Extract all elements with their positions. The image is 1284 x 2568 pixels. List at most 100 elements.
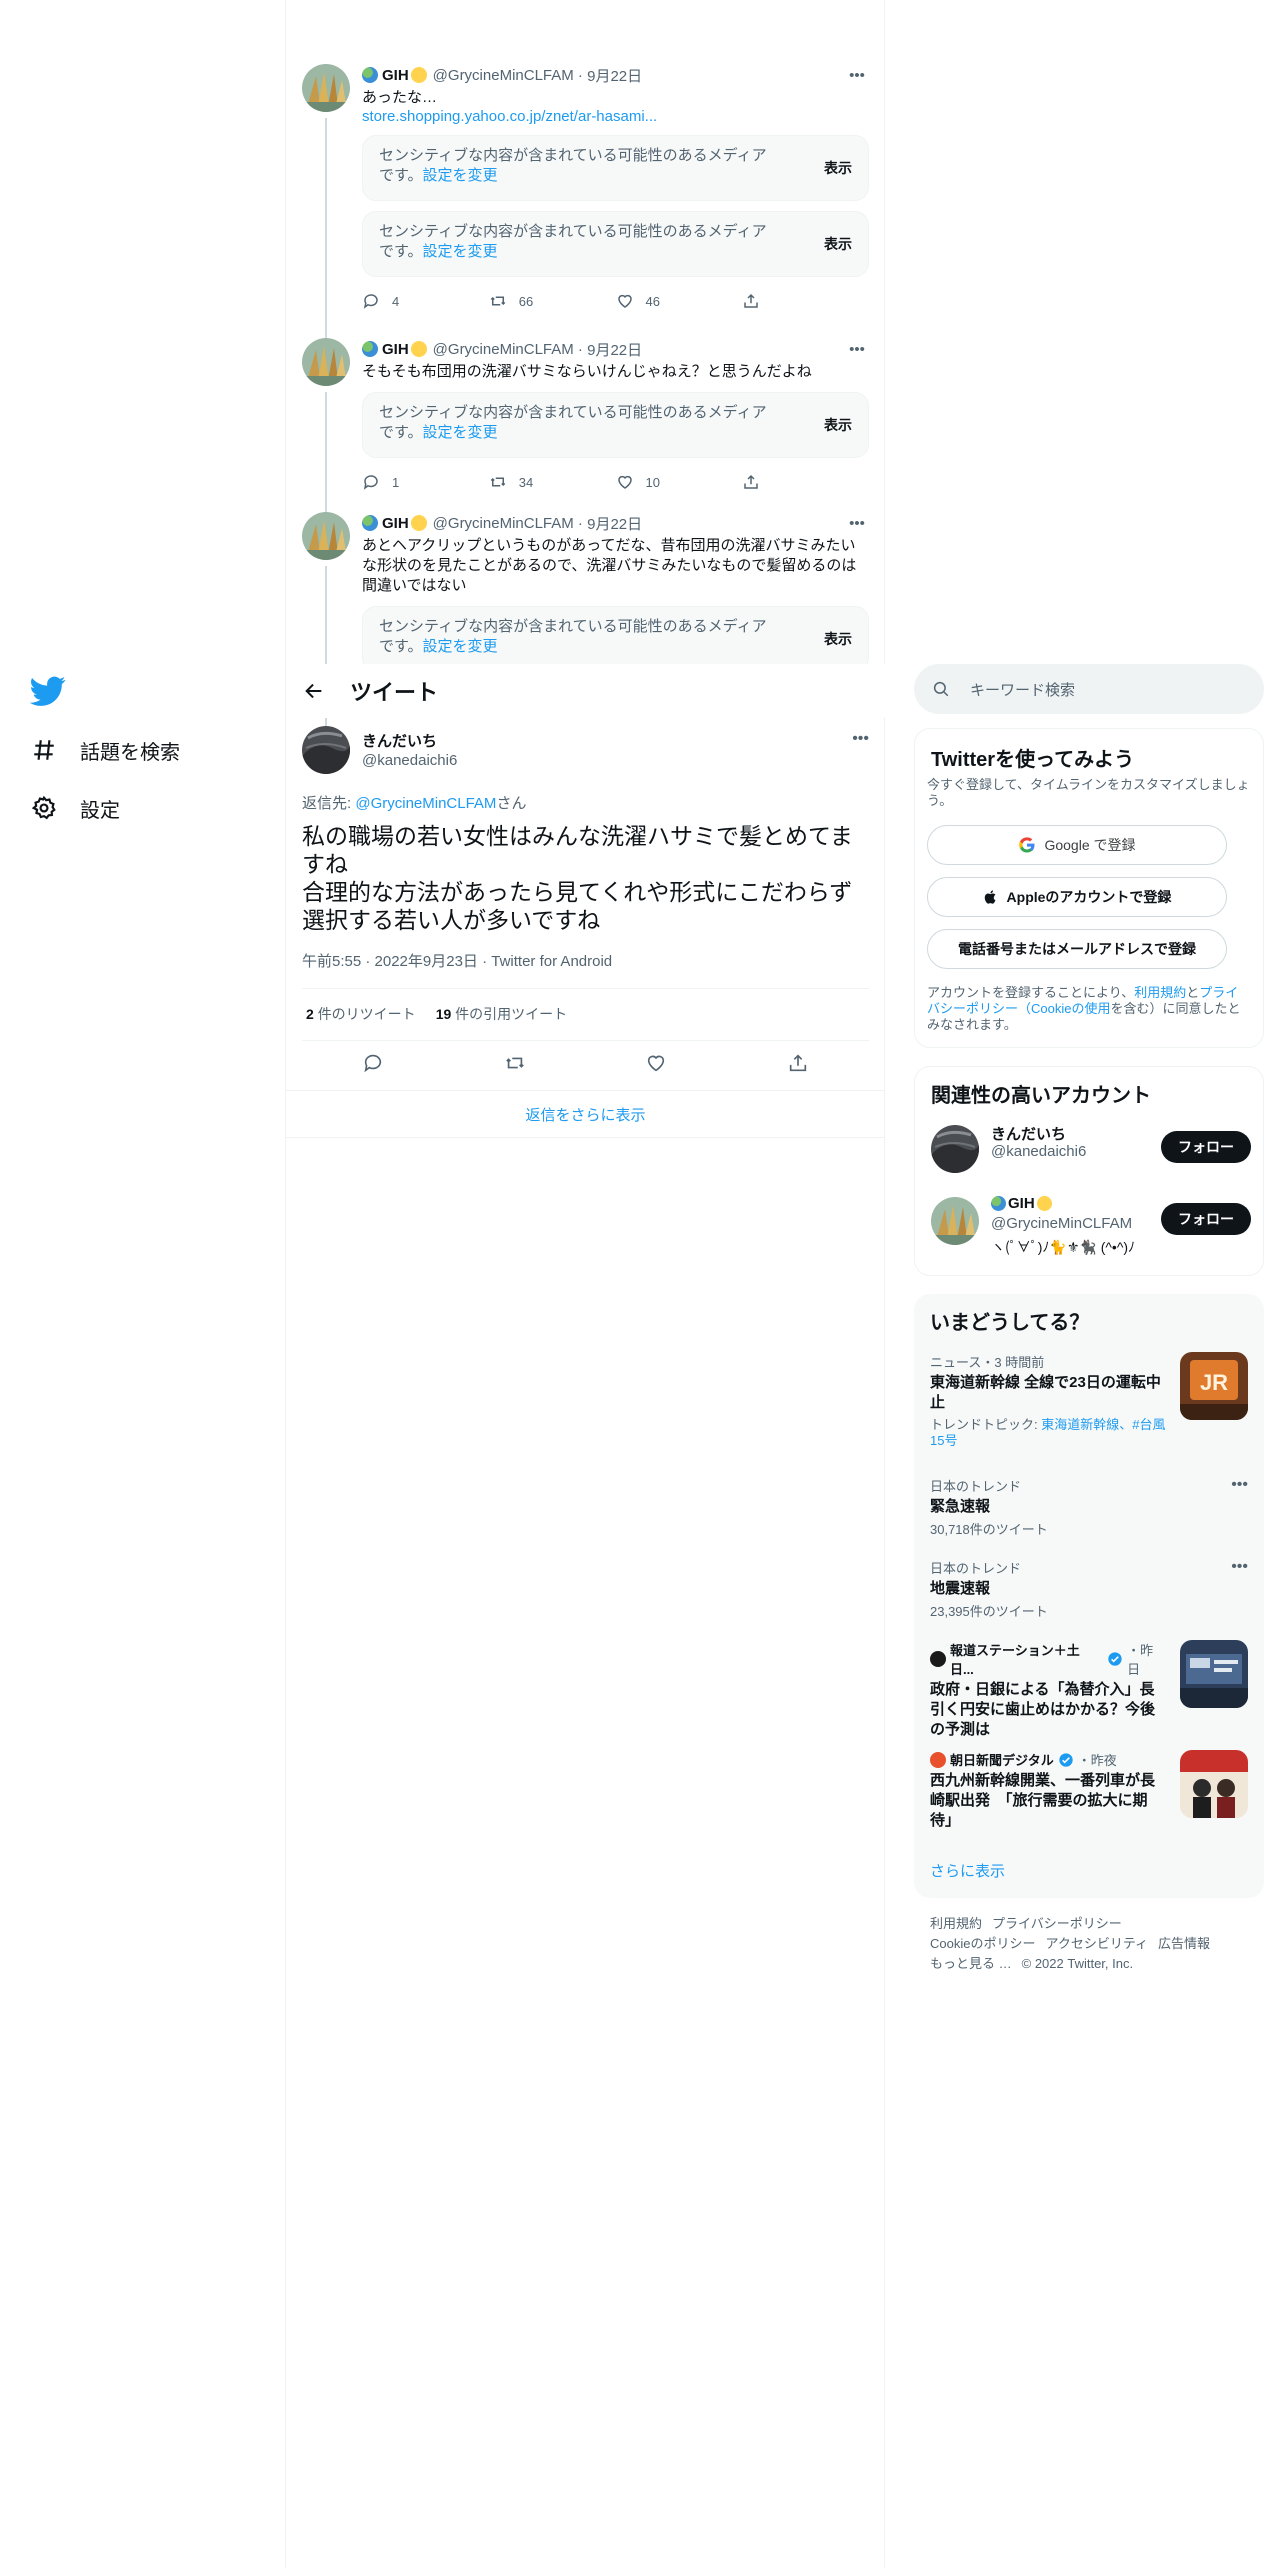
trends-title: いまどうしてる？ [930, 1312, 1090, 1334]
show-media-button[interactable]: 表示 [824, 158, 852, 178]
trend-item[interactable]: 日本のトレンド 緊急速報 30,718件のツイート ••• [930, 1476, 1248, 1538]
nav-explore-label: 話題を検索 [80, 741, 180, 764]
show-more-trends-link[interactable]: さらに表示 [930, 1860, 1005, 1881]
follow-button[interactable]: フォロー [1161, 1203, 1251, 1235]
signup-card: Twitterを使ってみよう 今すぐ登録して、タイムラインをカスタマイズしましょ… [914, 728, 1264, 1048]
footer-privacy-link[interactable]: プライバシーポリシー [992, 1916, 1122, 1931]
news-source: 報道ステーション＋土日... [949, 1643, 1080, 1677]
like-button[interactable]: 10 [616, 473, 743, 491]
tweet-link[interactable]: store.shopping.yahoo.co.jp/znet/ar-hasam… [362, 108, 869, 125]
news-source-row: 報道ステーション＋土日... ・昨日 [930, 1640, 1166, 1678]
change-settings-link[interactable]: 設定を変更 [423, 424, 498, 441]
news-thumbnail [1180, 1750, 1248, 1818]
trend-topics: トレンドトピック: 東海道新幹線、#台風15号 [930, 1417, 1166, 1449]
more-options-icon[interactable]: ••• [1231, 1476, 1248, 1494]
globe-emoji-icon [362, 515, 378, 531]
phone-email-signup-button[interactable]: 電話番号またはメールアドレスで登録 [927, 929, 1227, 969]
context-tweet[interactable]: GIH @GrycineMinCLFAM · 9月22日 ••• あとヘアクリッ… [302, 512, 869, 664]
footer-more-link[interactable]: もっと見る … [930, 1956, 1012, 1971]
more-options-icon[interactable]: ••• [1231, 1558, 1248, 1576]
account-item[interactable]: GIH @GrycineMinCLFAM ヽ(ﾟ∀ﾟ)ﾉ🐈⚜🐈‍⬛ (^•^)ﾉ… [931, 1193, 1251, 1255]
avatar[interactable] [302, 512, 350, 560]
legal-text-3: （ [1018, 1001, 1032, 1016]
author-handle[interactable]: @kanedaichi6 [362, 752, 457, 769]
change-settings-link[interactable]: 設定を変更 [423, 243, 498, 260]
more-options-icon[interactable]: ••• [852, 730, 869, 748]
retweet-button[interactable]: 34 [489, 473, 616, 491]
retweet-button[interactable]: 66 [489, 292, 616, 310]
like-button[interactable]: 46 [616, 292, 743, 310]
author-name[interactable]: GIH [382, 67, 409, 84]
author-handle[interactable]: @GrycineMinCLFAM [433, 341, 574, 358]
avatar[interactable] [931, 1125, 979, 1173]
search-input[interactable]: キーワード検索 [914, 664, 1264, 714]
author-name[interactable]: GIH [382, 515, 409, 532]
retweet-stat-label: 件のリツイート [317, 1006, 416, 1022]
show-media-button[interactable]: 表示 [824, 629, 852, 649]
context-tweet[interactable]: GIH @GrycineMinCLFAM · 9月22日 ••• あったな… s… [302, 64, 869, 332]
avatar[interactable] [302, 726, 350, 774]
trend-context: 日本のトレンド [930, 1479, 1022, 1494]
cookie-link[interactable]: Cookieの使用 [1031, 1001, 1110, 1016]
left-nav: 話題を検索 設定 [0, 0, 286, 2568]
reply-button[interactable]: 4 [362, 292, 489, 310]
twitter-logo-icon[interactable] [29, 673, 66, 709]
retweet-button[interactable] [504, 1052, 526, 1079]
news-source: 朝日新聞デジタル [950, 1753, 1054, 1768]
author-handle[interactable]: @GrycineMinCLFAM [433, 515, 574, 532]
author-name[interactable]: GIH [382, 341, 409, 358]
footer-ads-link[interactable]: 広告情報 [1158, 1936, 1210, 1951]
footer-accessibility-link[interactable]: アクセシビリティ [1045, 1936, 1148, 1951]
like-count: 46 [645, 293, 660, 309]
tweet-date[interactable]: 9月22日 [587, 65, 642, 86]
more-options-icon[interactable]: ••• [845, 64, 869, 86]
trend-count: 30,718件のツイート [930, 1522, 1048, 1537]
follow-button[interactable]: フォロー [1161, 1131, 1251, 1163]
terms-link[interactable]: 利用規約 [1134, 985, 1186, 1000]
tweet-date[interactable]: 9月22日 [587, 339, 642, 360]
back-arrow-icon[interactable] [302, 679, 326, 703]
tweet-timestamp[interactable]: 午前5:55 · 2022年9月23日 · Twitter for Androi… [302, 950, 612, 971]
account-item[interactable]: きんだいち @kanedaichi6 フォロー [931, 1121, 1251, 1177]
show-more-replies-button[interactable]: 返信をさらに表示 [286, 1090, 885, 1138]
share-button[interactable] [742, 473, 869, 491]
footer-cookie-link[interactable]: Cookieのポリシー [930, 1936, 1035, 1951]
trend-item[interactable]: 日本のトレンド 地震速報 23,395件のツイート ••• [930, 1558, 1248, 1620]
reply-button[interactable] [362, 1052, 384, 1079]
news-title: 政府・日銀による「為替介入」長引く円安に歯止めはかかる？今後の予測は [930, 1681, 1156, 1738]
nav-settings[interactable]: 設定 [30, 786, 120, 830]
change-settings-link[interactable]: 設定を変更 [423, 638, 498, 655]
retweet-stat[interactable]: 2 件のリツイート [306, 1004, 416, 1024]
account-handle: @GrycineMinCLFAM [991, 1215, 1133, 1232]
trend-context: ニュース・3 時間前 [930, 1355, 1045, 1370]
author-handle[interactable]: @GrycineMinCLFAM [433, 67, 574, 84]
news-item[interactable]: 朝日新聞デジタル ・昨夜 西九州新幹線開業、一番列車が長崎駅出発 「旅行需要の拡… [930, 1750, 1248, 1842]
news-item[interactable]: 報道ステーション＋土日... ・昨日 政府・日銀による「為替介入」長引く円安に歯… [930, 1640, 1248, 1738]
avatar[interactable] [302, 338, 350, 386]
reply-button[interactable]: 1 [362, 473, 489, 491]
share-button[interactable] [787, 1052, 809, 1079]
apple-signup-button[interactable]: Appleのアカウントで登録 [927, 877, 1227, 917]
tweet-date[interactable]: 9月22日 [587, 513, 642, 534]
like-button[interactable] [645, 1052, 667, 1079]
show-media-button[interactable]: 表示 [824, 415, 852, 435]
avatar[interactable] [931, 1197, 979, 1245]
avatar[interactable] [302, 64, 350, 112]
share-button[interactable] [742, 292, 869, 310]
footer-terms-link[interactable]: 利用規約 [930, 1916, 982, 1931]
trend-item[interactable]: ニュース・3 時間前 東海道新幹線 全線で23日の運転中止 トレンドトピック: … [930, 1352, 1248, 1452]
change-settings-link[interactable]: 設定を変更 [423, 167, 498, 184]
sensitive-media-notice: センシティブな内容が含まれている可能性のあるメディアです。設定を変更 表示 [362, 135, 869, 201]
google-signup-button[interactable]: Google で登録 [927, 825, 1227, 865]
quote-stat[interactable]: 19 件の引用ツイート [436, 1004, 567, 1024]
nav-explore[interactable]: 話題を検索 [30, 728, 180, 772]
share-icon [744, 293, 758, 308]
related-title: 関連性の高いアカウント [931, 1085, 1151, 1107]
reply-to-link[interactable]: @GrycineMinCLFAM [355, 795, 496, 812]
author-name[interactable]: きんだいち [362, 730, 437, 751]
show-media-button[interactable]: 表示 [824, 234, 852, 254]
tweet-text: 私の職場の若い女性はみんな洗濯ハサミで髪とめてますね 合理的な方法があったら見て… [302, 823, 853, 933]
context-tweet[interactable]: GIH @GrycineMinCLFAM · 9月22日 ••• そもそも布団用… [302, 332, 869, 514]
more-options-icon[interactable]: ••• [845, 512, 869, 534]
more-options-icon[interactable]: ••• [845, 338, 869, 360]
